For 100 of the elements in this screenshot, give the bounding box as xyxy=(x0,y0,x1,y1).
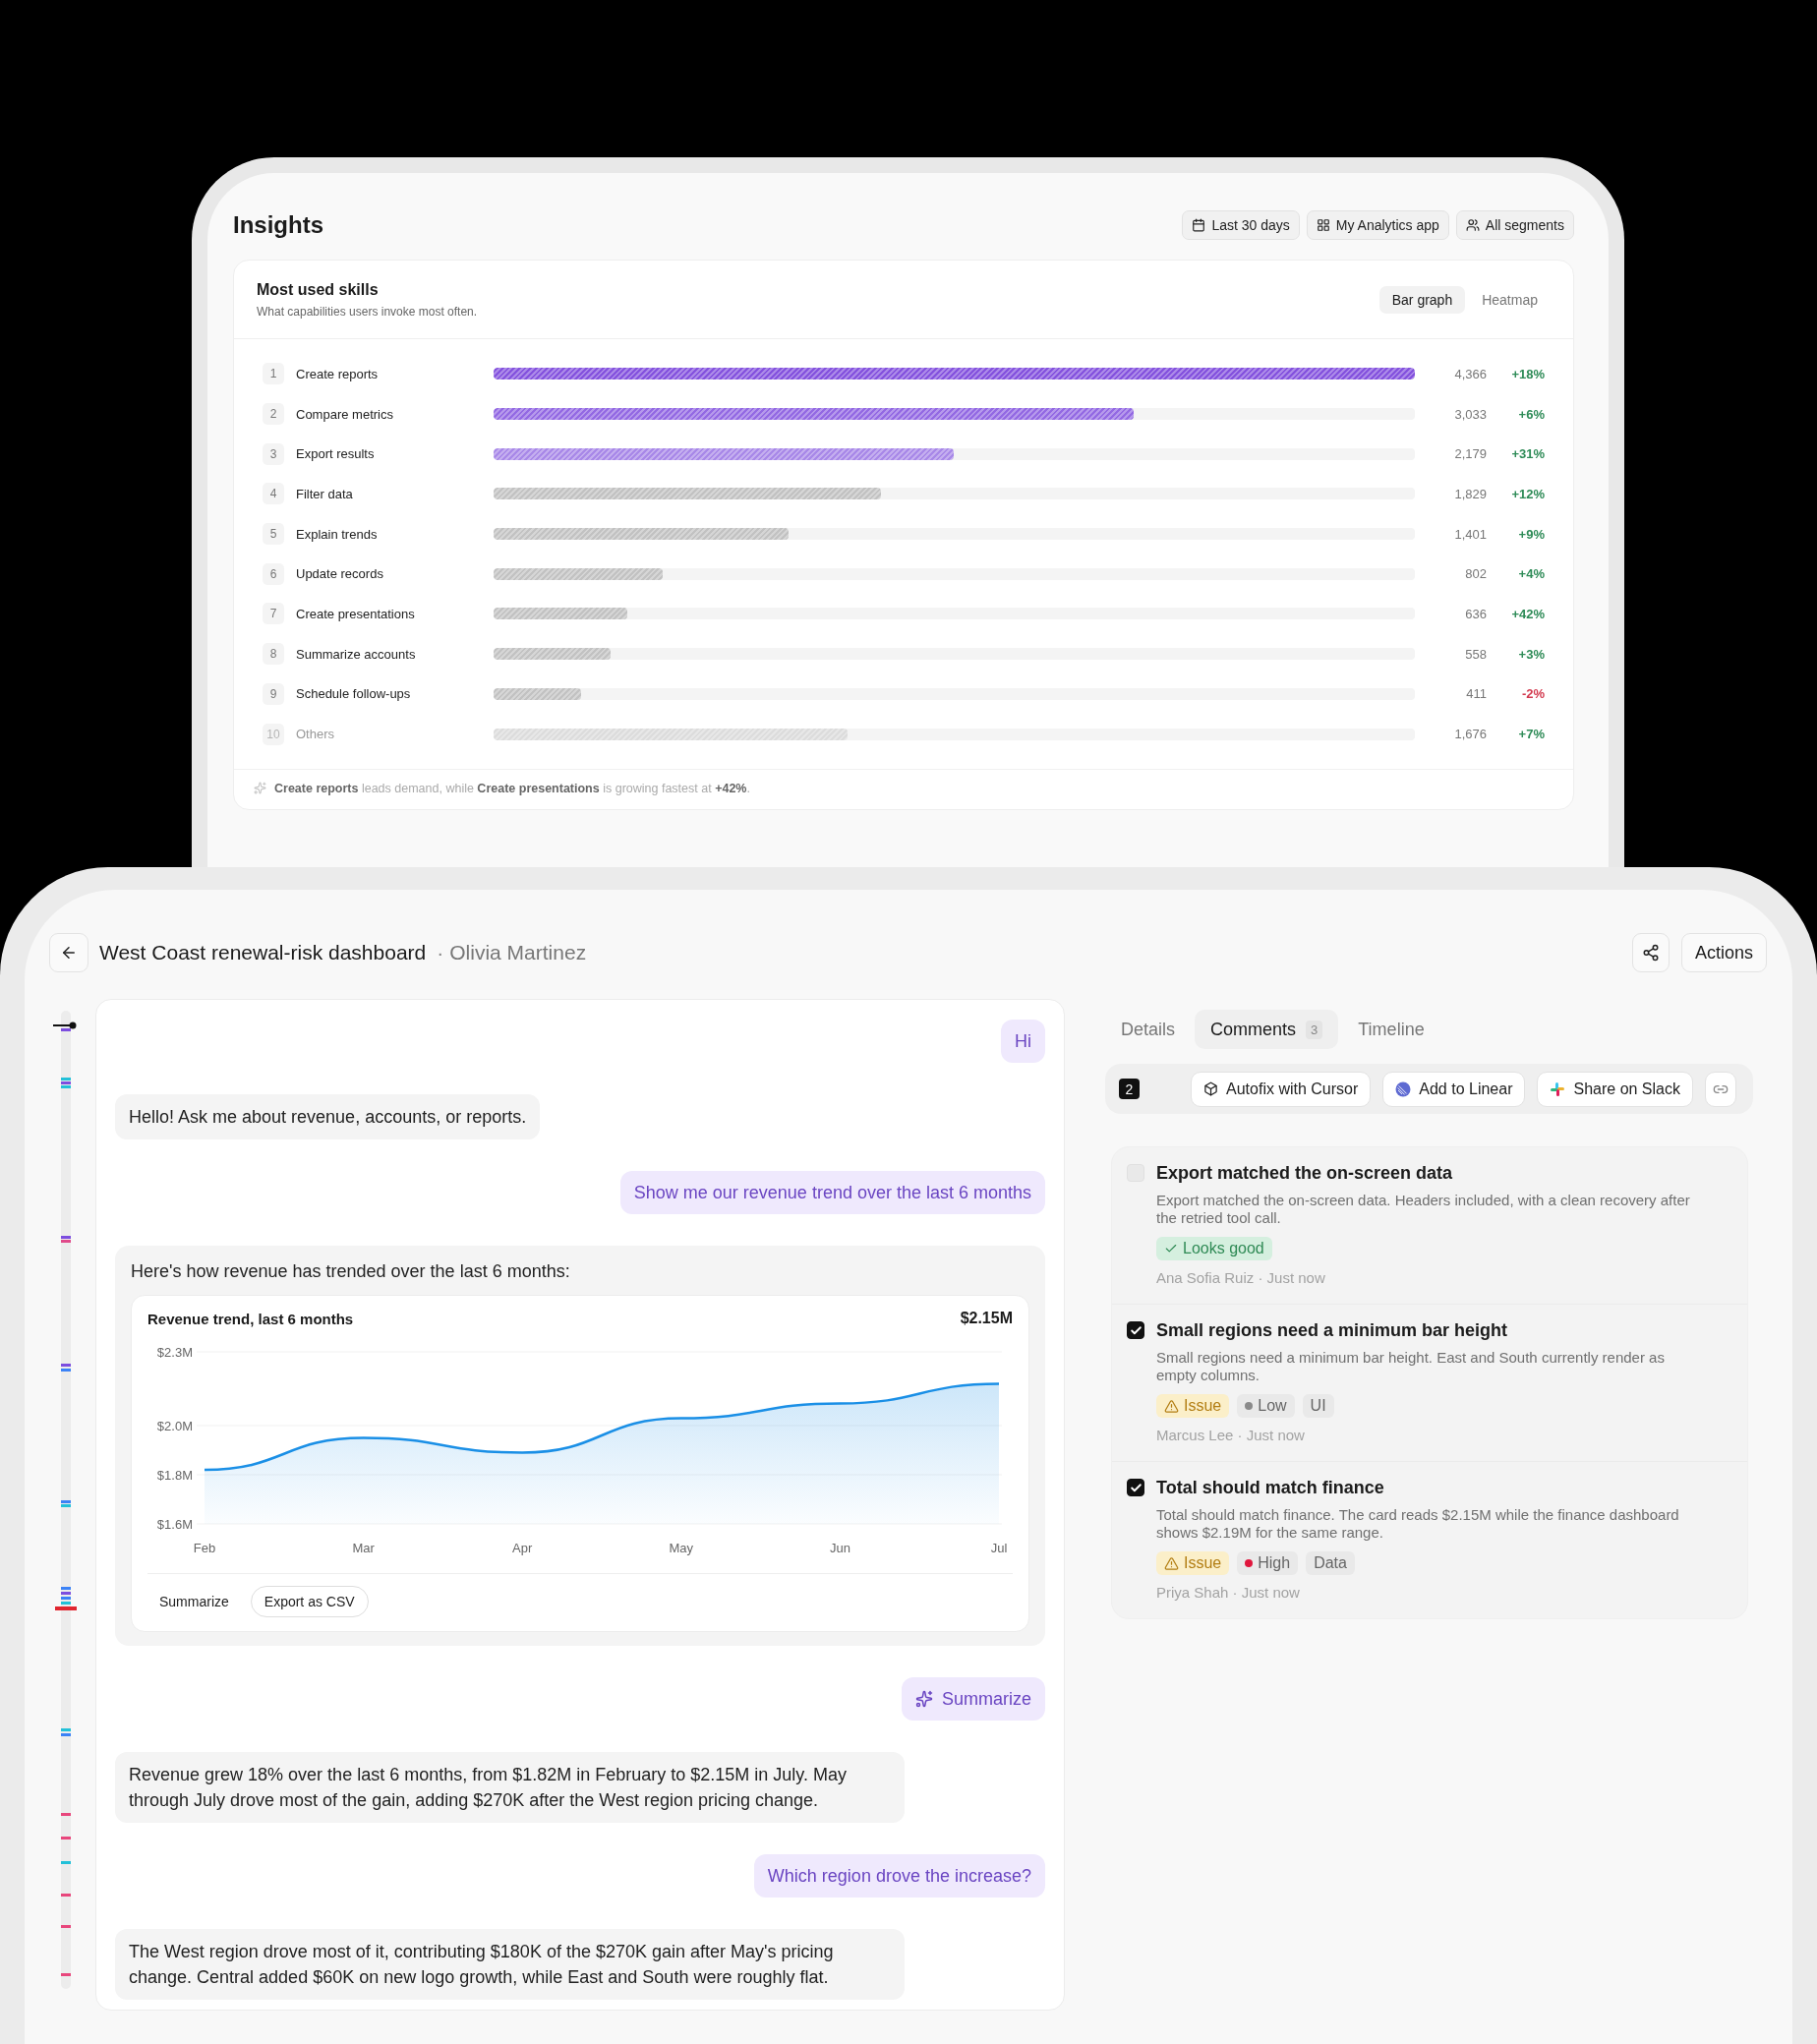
rank-badge: 8 xyxy=(263,643,284,666)
tab[interactable]: Details xyxy=(1105,1010,1192,1049)
y-axis-label: $1.8M xyxy=(156,1468,193,1483)
sparkle-icon xyxy=(254,782,266,795)
share-icon xyxy=(1641,944,1660,962)
toolbar-button[interactable]: Autofix with Cursor xyxy=(1191,1071,1372,1107)
tag: Low xyxy=(1237,1394,1295,1418)
tag: UI xyxy=(1302,1394,1334,1418)
count-badge: 3 xyxy=(1306,1020,1323,1039)
chart-total: $2.15M xyxy=(960,1310,1013,1327)
checkbox[interactable] xyxy=(1127,1479,1144,1496)
skill-label: Schedule follow-ups xyxy=(296,686,412,702)
skill-label: Explain trends xyxy=(296,526,379,542)
change-value: +42% xyxy=(1510,606,1545,621)
toolbar-button[interactable]: Add to Linear xyxy=(1382,1071,1526,1107)
x-axis-label: Jun xyxy=(829,1541,850,1555)
usage-count: 1,401 xyxy=(1453,526,1487,542)
view-toggle[interactable]: Bar graph xyxy=(1378,285,1466,314)
summarize-button[interactable]: Summarize xyxy=(159,1594,229,1609)
skill-label: Compare metrics xyxy=(296,406,394,422)
comment-meta: Marcus Lee · Just now xyxy=(1156,1427,1306,1443)
change-value: +4% xyxy=(1517,566,1545,582)
skill-label: Create reports xyxy=(296,366,380,381)
change-value: +9% xyxy=(1517,526,1545,542)
warning-icon xyxy=(1164,1398,1179,1414)
assistant-message: Hello! Ask me about revenue, accounts, or reports. xyxy=(115,1094,541,1139)
back-button[interactable] xyxy=(49,933,88,972)
insight-summary: Create reports leads demand, while Create presentations is growing fastest at +42%. xyxy=(274,781,750,795)
comment-meta: Priya Shah · Just now xyxy=(1156,1584,1301,1601)
skill-label: Others xyxy=(296,727,335,742)
check-icon xyxy=(1164,1242,1178,1256)
card-title: Most used skills xyxy=(257,280,380,299)
comment-body: Total should match finance. The card reads $2.15M while the finance dashboard shows $2.19M for the same range. xyxy=(1156,1506,1680,1542)
checkbox[interactable] xyxy=(1127,1321,1144,1339)
check-icon xyxy=(1129,1481,1143,1494)
toolbar-button[interactable]: Share on Slack xyxy=(1537,1071,1693,1107)
users-icon xyxy=(1465,218,1480,232)
usage-count: 2,179 xyxy=(1453,446,1487,462)
x-axis-label: Feb xyxy=(193,1541,216,1555)
rank-badge: 5 xyxy=(263,523,284,546)
linear-logo-icon xyxy=(1395,1080,1412,1097)
usage-count: 636 xyxy=(1464,606,1487,621)
rank-badge: 3 xyxy=(263,442,284,465)
tag: High xyxy=(1237,1551,1299,1575)
grid-icon xyxy=(1316,218,1330,232)
assistant-message: The West region drove most of it, contributing $180K of the $270K gain after May's pricing change. Central added $60K on new logo growth, while East and South were roughly flat. xyxy=(115,1929,905,2000)
rank-badge: 6 xyxy=(263,562,284,585)
export-button[interactable]: Export as CSV xyxy=(250,1586,369,1617)
change-value: +18% xyxy=(1510,366,1545,381)
user-message: Hi xyxy=(1001,1020,1045,1063)
user-message: Show me our revenue trend over the last 6 months xyxy=(619,1171,1045,1214)
user-message: Which region drove the increase? xyxy=(753,1854,1045,1898)
filter-button[interactable]: All segments xyxy=(1455,210,1574,240)
rank-badge: 10 xyxy=(263,723,284,745)
user-message: Summarize xyxy=(901,1677,1045,1721)
sparkle-icon xyxy=(914,1690,933,1708)
tag: Looks good xyxy=(1156,1237,1272,1260)
filter-button[interactable]: My Analytics app xyxy=(1306,210,1449,240)
comment-body: Small regions need a minimum bar height. East and South currently render as empty columns. xyxy=(1156,1349,1666,1384)
rank-badge: 9 xyxy=(263,682,284,705)
change-value: +31% xyxy=(1510,446,1545,462)
usage-count: 1,676 xyxy=(1453,727,1487,742)
selected-count-badge: 2 xyxy=(1119,1079,1140,1099)
change-value: -2% xyxy=(1520,686,1545,702)
tag: Data xyxy=(1306,1551,1355,1575)
usage-count: 411 xyxy=(1465,686,1487,702)
cube-icon xyxy=(1203,1081,1219,1096)
tab[interactable]: Timeline xyxy=(1342,1010,1440,1049)
comment-title: Small regions need a minimum bar height xyxy=(1156,1319,1509,1341)
y-axis-label: $2.3M xyxy=(156,1345,193,1360)
comment-title: Export matched the on-screen data xyxy=(1156,1162,1454,1184)
tab[interactable]: Comments 3 xyxy=(1195,1010,1339,1049)
x-axis-label: Apr xyxy=(512,1541,533,1555)
change-value: +3% xyxy=(1517,646,1545,662)
y-axis-label: $2.0M xyxy=(156,1419,193,1433)
x-axis-label: May xyxy=(669,1541,694,1555)
tag: Issue xyxy=(1156,1551,1230,1575)
copy-link-button[interactable] xyxy=(1705,1071,1736,1107)
filter-button[interactable]: Last 30 days xyxy=(1182,210,1300,240)
calendar-icon xyxy=(1192,218,1206,232)
x-axis-label: Jul xyxy=(990,1541,1008,1555)
usage-count: 4,366 xyxy=(1453,366,1487,381)
comment-meta: Ana Sofia Ruiz · Just now xyxy=(1156,1269,1326,1286)
separator-dot: · xyxy=(437,941,444,964)
tag: Issue xyxy=(1156,1394,1230,1418)
skill-label: Create presentations xyxy=(296,606,416,621)
skill-label: Update records xyxy=(296,566,384,582)
actions-button[interactable]: Actions xyxy=(1680,933,1767,972)
page-title: Insights xyxy=(233,211,323,239)
change-value: +6% xyxy=(1517,406,1545,422)
share-button[interactable] xyxy=(1631,933,1670,972)
owner-name: Olivia Martinez xyxy=(449,941,587,964)
view-toggle[interactable]: Heatmap xyxy=(1469,285,1551,314)
chart-title: Revenue trend, last 6 months xyxy=(147,1310,354,1327)
comment-title: Total should match finance xyxy=(1156,1477,1385,1498)
assistant-message: Revenue grew 18% over the last 6 months, from $1.82M in February to $2.15M in July. May through July drove most of the gain, adding $270K after the West region pricing change. xyxy=(115,1752,905,1823)
x-axis-label: Mar xyxy=(352,1541,375,1555)
usage-count: 802 xyxy=(1464,566,1487,582)
slack-logo-icon xyxy=(1550,1080,1566,1097)
rank-badge: 4 xyxy=(263,483,284,505)
